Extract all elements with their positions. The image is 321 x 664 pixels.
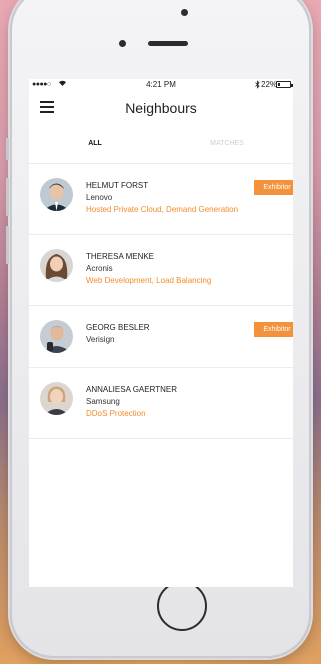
avatar xyxy=(40,178,73,211)
page-title: Neighbours xyxy=(125,100,197,116)
list-item[interactable]: HELMUT FORST Lenovo Hosted Private Cloud… xyxy=(29,164,293,235)
exhibitor-badge: Exhibitor xyxy=(254,322,293,337)
exhibitor-badge: Exhibitor xyxy=(254,180,293,195)
tab-all[interactable]: ALL xyxy=(29,140,161,147)
volume-down-button xyxy=(6,226,9,264)
filter-tabs: ALL MATCHES xyxy=(29,134,293,156)
person-company: Lenovo xyxy=(86,193,113,202)
battery-icon xyxy=(276,81,293,88)
list-item[interactable]: GEORG BESLER Verisign Exhibitor xyxy=(29,306,293,368)
navigation-bar: Neighbours xyxy=(29,93,293,123)
avatar xyxy=(40,249,73,282)
person-name: ANNALIESA GAERTNER xyxy=(86,385,177,394)
proximity-sensor xyxy=(119,40,126,47)
mute-switch xyxy=(6,138,9,160)
earpiece-speaker xyxy=(148,41,188,46)
volume-up-button xyxy=(6,178,9,216)
home-button[interactable] xyxy=(157,581,207,631)
list-item[interactable]: ANNALIESA GAERTNER Samsung DDoS Protecti… xyxy=(29,368,293,439)
status-bar: ●●●●○ 4:21 PM 22% xyxy=(29,79,293,91)
app-screen: ●●●●○ 4:21 PM 22% Neighbours ALL MATCHES xyxy=(29,79,293,587)
battery-percentage: 22% xyxy=(261,80,278,89)
neighbours-list: HELMUT FORST Lenovo Hosted Private Cloud… xyxy=(29,164,293,439)
person-interests: Hosted Private Cloud, Demand Generation xyxy=(86,205,239,214)
person-name: THERESA MENKE xyxy=(86,252,155,261)
person-company: Verisign xyxy=(86,335,115,344)
avatar xyxy=(40,382,73,415)
tab-matches[interactable]: MATCHES xyxy=(161,140,293,147)
status-time: 4:21 PM xyxy=(146,80,176,89)
avatar xyxy=(40,320,73,353)
person-name: HELMUT FORST xyxy=(86,181,149,190)
bluetooth-icon xyxy=(255,80,260,91)
person-name: GEORG BESLER xyxy=(86,323,150,332)
front-camera xyxy=(181,9,188,16)
list-item[interactable]: THERESA MENKE Acronis Web Development, L… xyxy=(29,235,293,306)
person-interests: Web Development, Load Balancing xyxy=(86,276,212,285)
person-company: Acronis xyxy=(86,264,113,273)
person-interests: DDoS Protection xyxy=(86,409,146,418)
battery-level-fill xyxy=(278,83,280,86)
person-company: Samsung xyxy=(86,397,120,406)
battery-tip xyxy=(291,84,293,87)
